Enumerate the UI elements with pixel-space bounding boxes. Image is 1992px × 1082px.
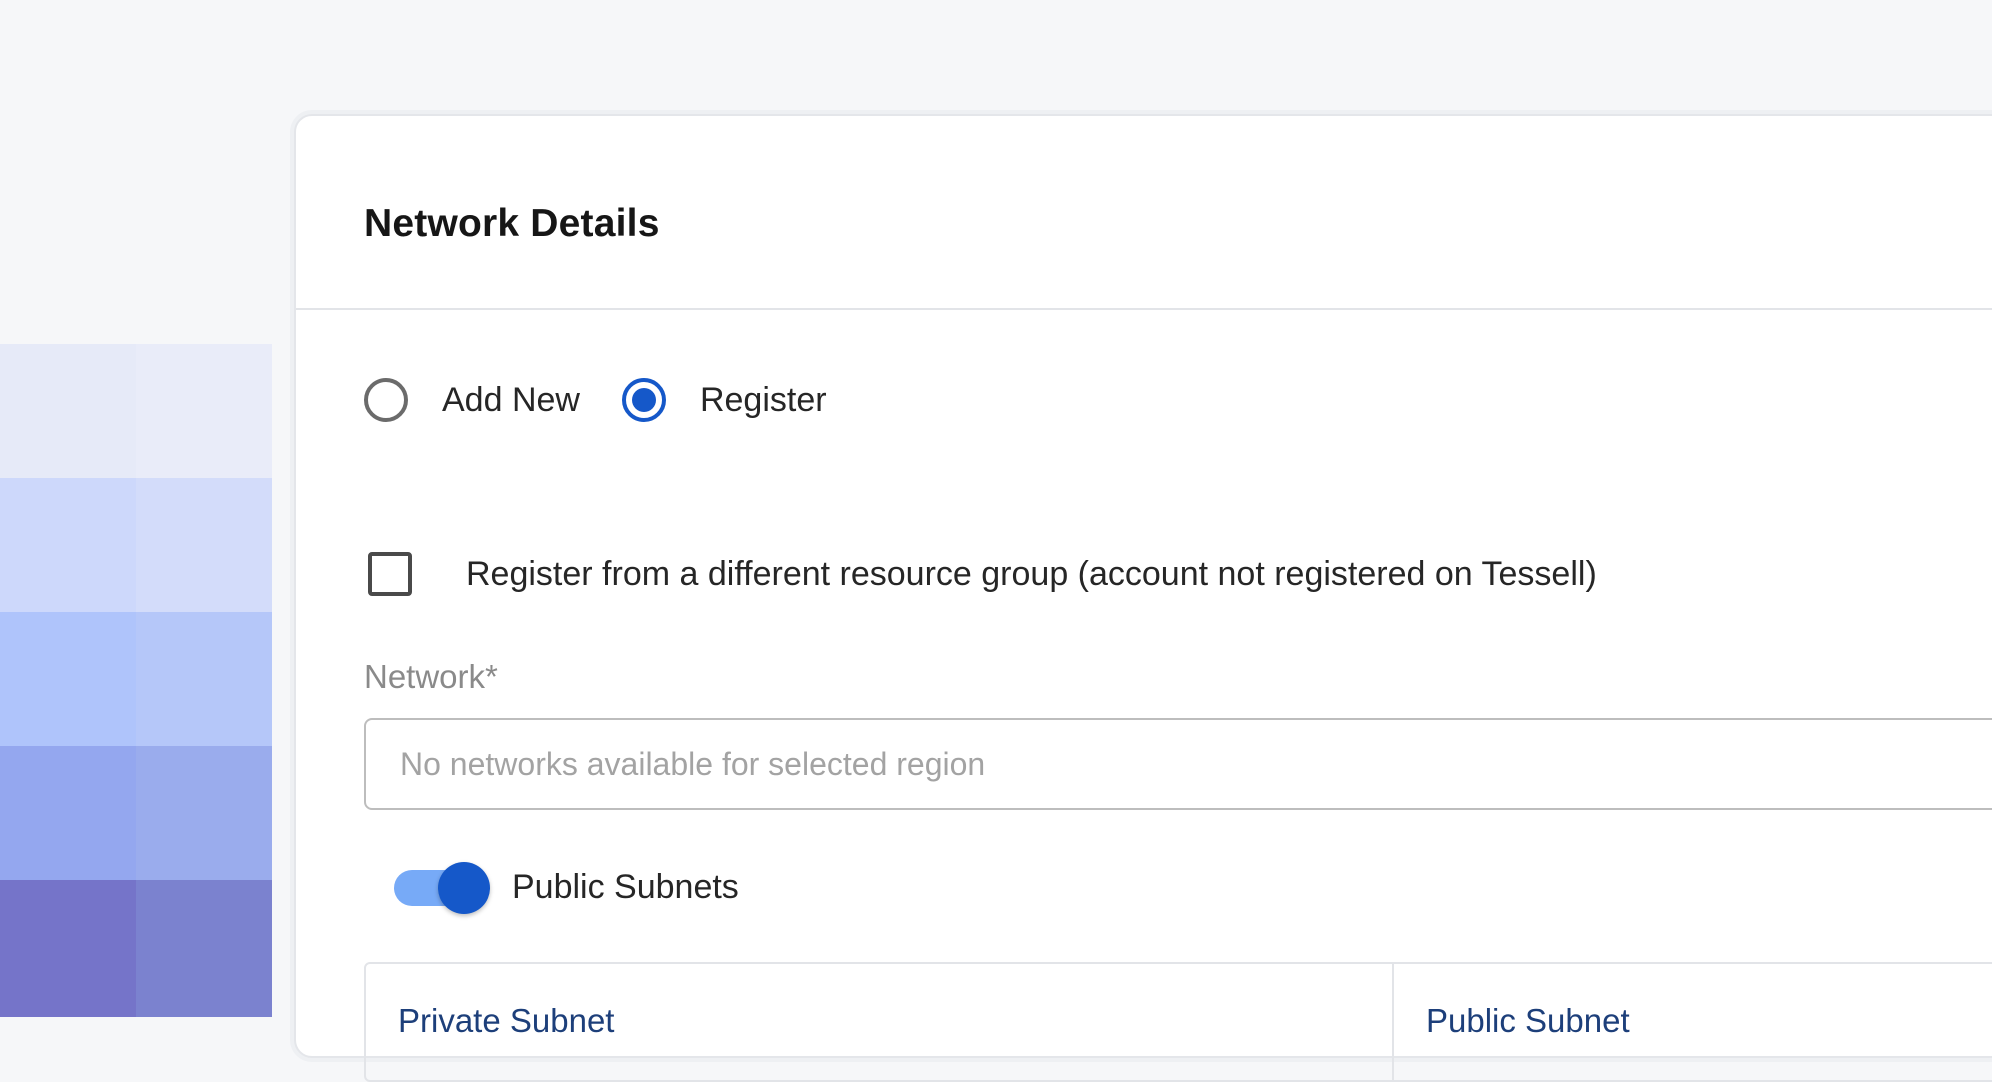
decorative-background-strip: [0, 0, 272, 1017]
public-subnets-toggle[interactable]: [394, 861, 490, 914]
subnet-table: Private Subnet Public Subnet: [364, 962, 1992, 1082]
network-field-label: Network*: [364, 658, 498, 695]
private-subnet-header: Private Subnet: [398, 1002, 615, 1039]
public-subnet-column: Public Subnet: [1394, 964, 1992, 1080]
network-mode-radio-group: Add New Register: [364, 378, 827, 422]
different-resource-group-row: Register from a different resource group…: [368, 552, 1597, 596]
radio-register-label: Register: [699, 380, 827, 419]
different-resource-group-checkbox[interactable]: [368, 552, 412, 596]
card-header: Network Details: [296, 116, 1992, 310]
public-subnets-toggle-row: Public Subnets: [394, 861, 739, 914]
radio-add-new-circle[interactable]: [364, 378, 408, 422]
radio-register[interactable]: Register: [621, 378, 827, 422]
different-resource-group-label: Register from a different resource group…: [466, 554, 1597, 593]
radio-selected-dot: [631, 388, 656, 412]
card-title: Network Details: [364, 202, 660, 245]
network-input[interactable]: [364, 718, 1992, 810]
public-subnet-header: Public Subnet: [1426, 1002, 1630, 1039]
radio-register-circle[interactable]: [621, 378, 666, 422]
radio-add-new[interactable]: Add New: [364, 378, 580, 422]
network-details-card: Network Details Add New Register Registe…: [294, 114, 1992, 1082]
public-subnets-label: Public Subnets: [512, 868, 739, 906]
private-subnet-column: Private Subnet: [366, 964, 1394, 1080]
radio-add-new-label: Add New: [442, 380, 580, 419]
toggle-thumb[interactable]: [438, 861, 490, 914]
